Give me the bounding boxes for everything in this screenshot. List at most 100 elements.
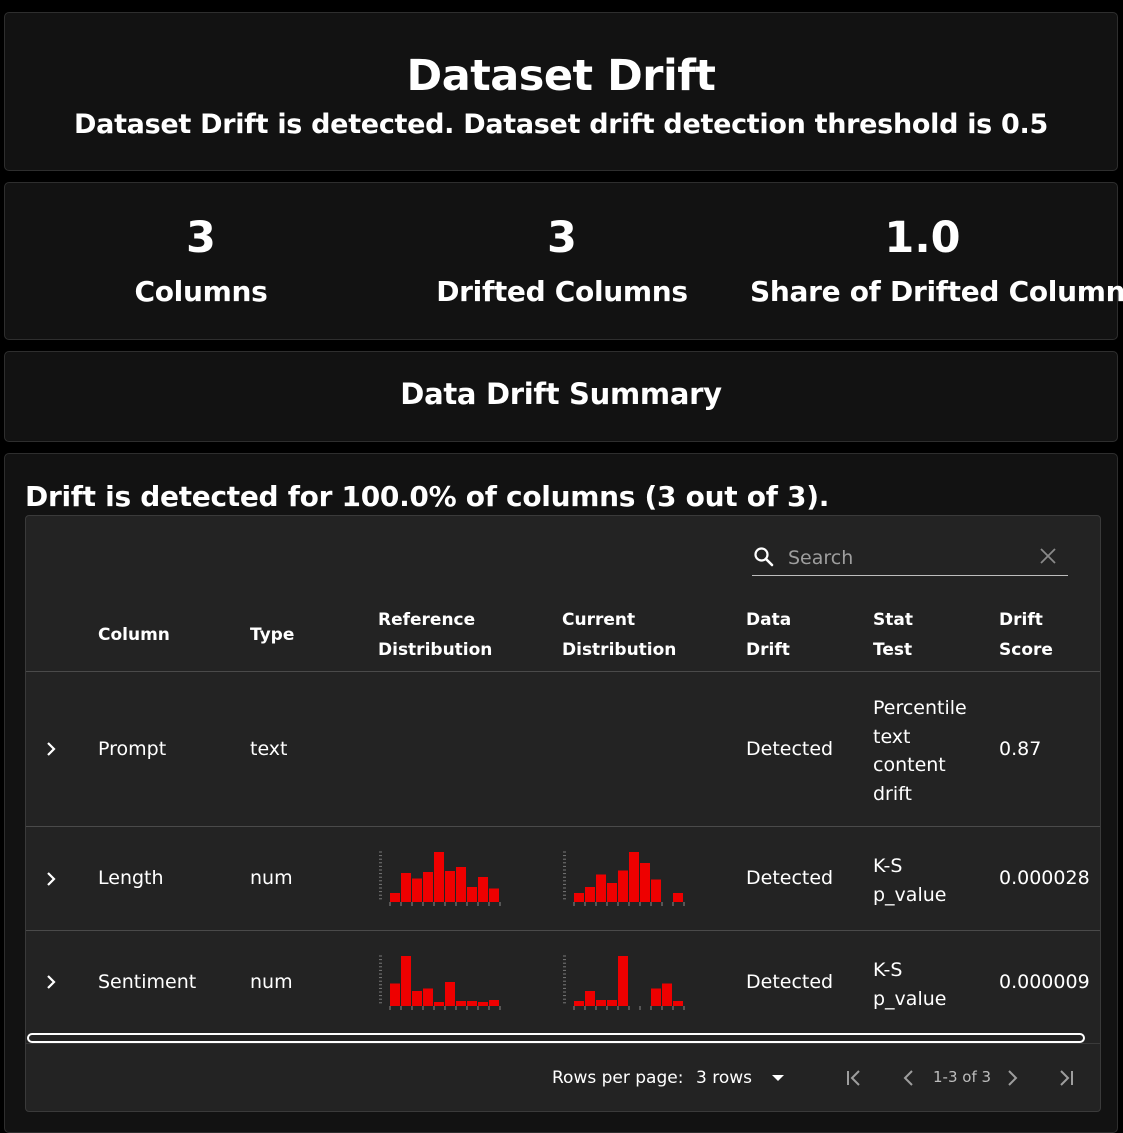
header-current-distribution: Current Distribution: [562, 605, 676, 665]
rows-per-page-label: Rows per page:: [552, 1068, 684, 1088]
caret-down-icon: [771, 1074, 785, 1082]
hist-bar: [423, 872, 433, 902]
hist-bar: [585, 991, 595, 1006]
hist-bar: [401, 873, 411, 902]
cell-drift-score: 0.000028: [999, 867, 1090, 889]
reference-distribution-chart: [378, 849, 512, 909]
cell-drift: Detected: [746, 738, 834, 760]
header-column[interactable]: Column: [98, 620, 170, 650]
stat-text: drift: [873, 782, 912, 805]
stat-text: text: [873, 725, 911, 748]
stat-text: p_value: [873, 883, 947, 906]
hist-bar: [640, 863, 650, 902]
header-text: Distribution: [378, 640, 493, 660]
hist: [379, 851, 501, 906]
hist-bar: [489, 1000, 499, 1006]
hist-bar: [456, 867, 466, 902]
hist-bar: [673, 893, 683, 902]
hist-bar: [574, 1001, 584, 1006]
counter-drifted-columns: 3 Drifted Columns: [412, 213, 712, 308]
hist-bar: [390, 893, 400, 902]
cell-drift: Detected: [746, 971, 834, 993]
next-page-icon[interactable]: [1005, 1069, 1019, 1087]
counter-label: Columns: [134, 275, 268, 308]
cell-drift-score: 0.000009: [999, 971, 1090, 993]
hist-bar: [596, 1000, 606, 1006]
hist-bar: [445, 871, 455, 902]
header-text: Drift: [746, 640, 790, 660]
clear-search-icon[interactable]: [1038, 546, 1058, 566]
hist-bar: [412, 991, 422, 1006]
header-text: Score: [999, 640, 1053, 660]
prev-page-icon[interactable]: [902, 1069, 916, 1087]
search-box: [752, 542, 1068, 576]
header-drift-score[interactable]: Drift Score: [999, 605, 1053, 665]
hist-bar: [596, 874, 606, 902]
counter-share-drifted: 1.0 Share of Drifted Columns: [750, 213, 1123, 308]
hist-bar: [412, 878, 422, 902]
hist-bar: [478, 1002, 488, 1006]
cell-drift-score: 0.87: [999, 738, 1042, 760]
search-icon: [752, 545, 776, 569]
expand-row-icon[interactable]: [44, 870, 58, 888]
counter-value: 3: [547, 213, 577, 263]
last-page-icon[interactable]: [1056, 1069, 1076, 1087]
stat-text: K-S: [873, 855, 903, 877]
row-divider: [26, 671, 1100, 672]
drift-table-card: Drift is detected for 100.0% of columns …: [4, 453, 1118, 1133]
stat-text: K-S: [873, 959, 903, 981]
cell-type: num: [250, 971, 293, 993]
header-text: Stat: [873, 610, 913, 630]
hist: [379, 955, 501, 1010]
hist-bar: [478, 877, 488, 902]
hist-bar: [423, 988, 433, 1006]
hist-bar: [434, 852, 444, 902]
hist-bar: [390, 983, 400, 1006]
header-text: Data: [746, 610, 792, 630]
hist-bar: [467, 887, 477, 902]
counters-card: 3 Columns 3 Drifted Columns 1.0 Share of…: [4, 182, 1123, 340]
header-type[interactable]: Type: [250, 620, 294, 650]
hist-bar: [489, 888, 499, 902]
reference-distribution-chart: [378, 953, 512, 1013]
stat-text: content: [873, 754, 946, 776]
cell-drift: Detected: [746, 867, 834, 889]
cell-column: Length: [98, 867, 164, 889]
hist-bar: [434, 1002, 444, 1006]
row-divider: [26, 930, 1100, 931]
expand-row-icon[interactable]: [44, 740, 58, 758]
rows-per-page-value: 3 rows: [696, 1068, 752, 1088]
cell-type: num: [250, 867, 293, 889]
header-data-drift[interactable]: Data Drift: [746, 605, 791, 665]
header-text: Reference: [378, 610, 476, 630]
hist-bar: [662, 983, 672, 1006]
header-reference-distribution: Reference Distribution: [378, 605, 492, 665]
rows-per-page-select[interactable]: 3 rows: [696, 1068, 785, 1088]
hist-bar: [401, 956, 411, 1006]
hist: [563, 851, 685, 906]
stat-text: Percentile: [873, 697, 967, 719]
hist-bar: [673, 1001, 683, 1006]
hist-bar: [445, 982, 455, 1006]
search-input[interactable]: [786, 544, 1030, 572]
header-text: Current: [562, 610, 636, 630]
cell-stat-test: K-S p_value: [873, 852, 946, 909]
drift-table: Column Type Reference Distribution Curre…: [25, 515, 1101, 1112]
hist-bar: [585, 887, 595, 902]
expand-row-icon[interactable]: [44, 973, 58, 991]
counter-value: 1.0: [884, 213, 961, 263]
hist-bar: [618, 870, 628, 902]
page-title: Dataset Drift: [406, 51, 716, 101]
horizontal-scrollbar[interactable]: [27, 1033, 1085, 1043]
counter-label: Share of Drifted Columns: [750, 275, 1123, 308]
page-range: 1-3 of 3: [933, 1068, 992, 1086]
dataset-drift-card: Dataset Drift Dataset Drift is detected.…: [4, 12, 1118, 171]
hist-bar: [629, 852, 639, 902]
summary-card: Data Drift Summary: [4, 351, 1118, 442]
first-page-icon[interactable]: [844, 1069, 864, 1087]
header-stat-test[interactable]: Stat Test: [873, 605, 913, 665]
hist-bar: [651, 879, 661, 902]
counter-label: Drifted Columns: [436, 275, 688, 308]
cell-column: Sentiment: [98, 971, 197, 993]
current-distribution-chart: [562, 849, 696, 909]
